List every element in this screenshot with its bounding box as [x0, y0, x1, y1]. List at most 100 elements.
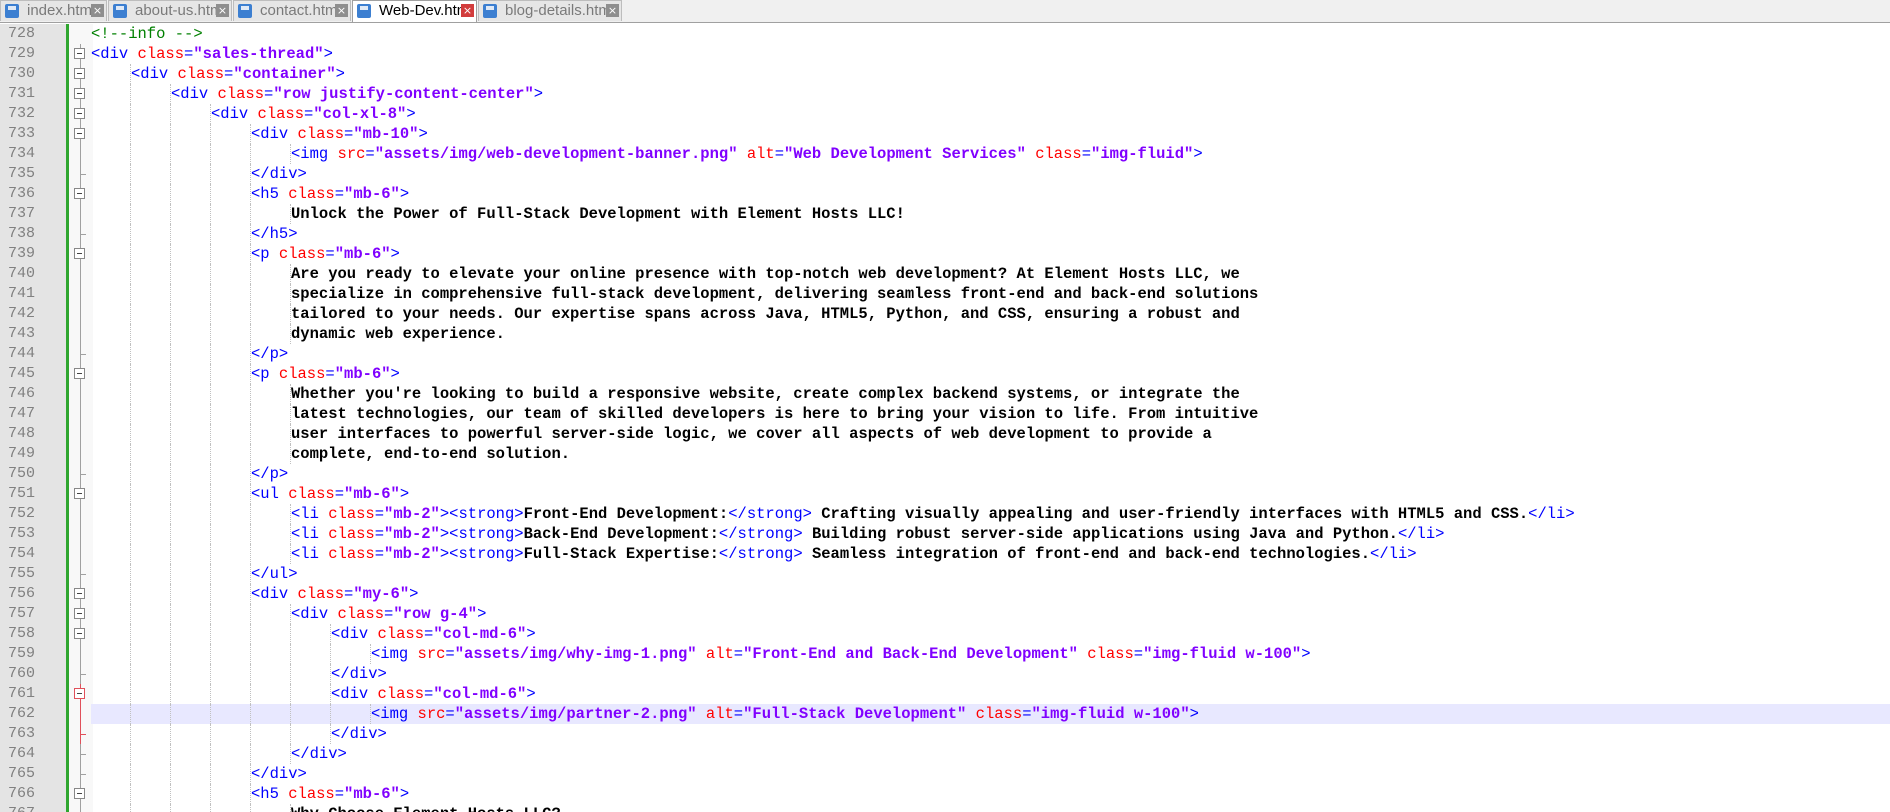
code-text[interactable]: </div>	[91, 724, 1890, 744]
code-line[interactable]: 745 <p class="mb-6">	[0, 364, 1890, 384]
code-line[interactable]: 737 Unlock the Power of Full-Stack Develo…	[0, 204, 1890, 224]
code-line[interactable]: 744 </p>	[0, 344, 1890, 364]
fold-toggle-icon[interactable]	[74, 368, 85, 379]
code-text[interactable]: Are you ready to elevate your online pre…	[91, 264, 1890, 284]
code-line[interactable]: 733 <div class="mb-10">	[0, 124, 1890, 144]
code-text[interactable]: <h5 class="mb-6">	[91, 784, 1890, 804]
fold-margin[interactable]	[69, 364, 93, 384]
fold-margin[interactable]	[69, 684, 93, 704]
code-text[interactable]: <div class="col-xl-8">	[91, 104, 1890, 124]
code-line[interactable]: 752 <li class="mb-2"><strong>Front-End De…	[0, 504, 1890, 524]
code-text[interactable]: <div class="my-6">	[91, 584, 1890, 604]
code-line[interactable]: 730 <div class="container">	[0, 64, 1890, 84]
fold-toggle-icon[interactable]	[74, 688, 85, 699]
code-line[interactable]: 734 <img src="assets/img/web-development-…	[0, 144, 1890, 164]
fold-margin[interactable]	[69, 184, 93, 204]
code-text[interactable]: <div class="col-md-6">	[91, 684, 1890, 704]
code-text[interactable]: <p class="mb-6">	[91, 364, 1890, 384]
close-icon[interactable]: ×	[216, 4, 229, 17]
code-line[interactable]: 739 <p class="mb-6">	[0, 244, 1890, 264]
code-line[interactable]: 728 <!--info -->	[0, 24, 1890, 44]
code-text[interactable]: <li class="mb-2"><strong>Back-End Develo…	[91, 524, 1890, 544]
code-line[interactable]: 757 <div class="row g-4">	[0, 604, 1890, 624]
close-icon[interactable]: ×	[461, 4, 474, 17]
code-text[interactable]: <img src="assets/img/partner-2.png" alt=…	[91, 704, 1890, 724]
close-icon[interactable]: ×	[335, 4, 348, 17]
code-text[interactable]: <img src="assets/img/web-development-ban…	[91, 144, 1890, 164]
code-line[interactable]: 742 tailored to your needs. Our expertise…	[0, 304, 1890, 324]
code-text[interactable]: <div class="mb-10">	[91, 124, 1890, 144]
fold-margin[interactable]	[69, 104, 93, 124]
code-text[interactable]: Why Choose Element Hosts LLC?	[91, 804, 1890, 812]
fold-margin[interactable]	[69, 484, 93, 504]
code-text[interactable]: <p class="mb-6">	[91, 244, 1890, 264]
fold-toggle-icon[interactable]	[74, 108, 85, 119]
tab-blog-details[interactable]: blog-details.html ×	[478, 0, 622, 21]
code-text[interactable]: <div class="container">	[91, 64, 1890, 84]
code-line[interactable]: 736 <h5 class="mb-6">	[0, 184, 1890, 204]
code-text[interactable]: <div class="row g-4">	[91, 604, 1890, 624]
code-text[interactable]: Whether you're looking to build a respon…	[91, 384, 1890, 404]
tab-about-us[interactable]: about-us.html ×	[108, 0, 232, 21]
code-line[interactable]: 756 <div class="my-6">	[0, 584, 1890, 604]
code-line[interactable]: 731 <div class="row justify-content-cente…	[0, 84, 1890, 104]
tab-index[interactable]: index.html ×	[0, 0, 107, 21]
code-text[interactable]: </p>	[91, 344, 1890, 364]
code-text[interactable]: </div>	[91, 744, 1890, 764]
code-text[interactable]: dynamic web experience.	[91, 324, 1890, 344]
code-text[interactable]: <ul class="mb-6">	[91, 484, 1890, 504]
fold-toggle-icon[interactable]	[74, 128, 85, 139]
code-text[interactable]: specialize in comprehensive full-stack d…	[91, 284, 1890, 304]
code-line[interactable]: 749 complete, end-to-end solution.	[0, 444, 1890, 464]
code-line[interactable]: 738 </h5>	[0, 224, 1890, 244]
code-line[interactable]: 760 </div>	[0, 664, 1890, 684]
code-line[interactable]: 755 </ul>	[0, 564, 1890, 584]
code-line[interactable]: 746 Whether you're looking to build a res…	[0, 384, 1890, 404]
code-text[interactable]: </div>	[91, 164, 1890, 184]
code-line[interactable]: 747 latest technologies, our team of skil…	[0, 404, 1890, 424]
code-line[interactable]: 767 Why Choose Element Hosts LLC?	[0, 804, 1890, 812]
code-text[interactable]: Unlock the Power of Full-Stack Developme…	[91, 204, 1890, 224]
code-text[interactable]: complete, end-to-end solution.	[91, 444, 1890, 464]
code-text[interactable]: </p>	[91, 464, 1890, 484]
code-text[interactable]: user interfaces to powerful server-side …	[91, 424, 1890, 444]
code-line[interactable]: 754 <li class="mb-2"><strong>Full-Stack E…	[0, 544, 1890, 564]
fold-margin[interactable]	[69, 124, 93, 144]
code-text[interactable]: </ul>	[91, 564, 1890, 584]
code-line[interactable]: 763 </div>	[0, 724, 1890, 744]
code-line[interactable]: 759 <img src="assets/img/why-img-1.png" a…	[0, 644, 1890, 664]
fold-toggle-icon[interactable]	[74, 628, 85, 639]
code-line[interactable]: 741 specialize in comprehensive full-stac…	[0, 284, 1890, 304]
code-line[interactable]: 761 <div class="col-md-6">	[0, 684, 1890, 704]
code-line[interactable]: 748 user interfaces to powerful server-si…	[0, 424, 1890, 444]
code-text[interactable]: <div class="sales-thread">	[91, 44, 1890, 64]
fold-margin[interactable]	[69, 44, 93, 64]
code-line[interactable]: 732 <div class="col-xl-8">	[0, 104, 1890, 124]
code-text[interactable]: <h5 class="mb-6">	[91, 184, 1890, 204]
code-text[interactable]: <div class="col-md-6">	[91, 624, 1890, 644]
fold-margin[interactable]	[69, 244, 93, 264]
tab-contact[interactable]: contact.html ×	[233, 0, 351, 21]
fold-margin[interactable]	[69, 624, 93, 644]
code-line[interactable]: 735 </div>	[0, 164, 1890, 184]
fold-margin[interactable]	[69, 64, 93, 84]
code-line[interactable]: 753 <li class="mb-2"><strong>Back-End Dev…	[0, 524, 1890, 544]
code-line[interactable]: 766 <h5 class="mb-6">	[0, 784, 1890, 804]
code-text[interactable]: </div>	[91, 664, 1890, 684]
code-text[interactable]: <li class="mb-2"><strong>Front-End Devel…	[91, 504, 1890, 524]
fold-margin[interactable]	[69, 784, 93, 804]
code-text[interactable]: tailored to your needs. Our expertise sp…	[91, 304, 1890, 324]
code-line[interactable]: 765 </div>	[0, 764, 1890, 784]
code-text[interactable]: <img src="assets/img/why-img-1.png" alt=…	[91, 644, 1890, 664]
fold-margin[interactable]	[69, 584, 93, 604]
code-line[interactable]: 740 Are you ready to elevate your online …	[0, 264, 1890, 284]
code-line[interactable]: 743 dynamic web experience.	[0, 324, 1890, 344]
fold-margin[interactable]	[69, 604, 93, 624]
code-text[interactable]: </div>	[91, 764, 1890, 784]
code-line[interactable]: 729 <div class="sales-thread">	[0, 44, 1890, 64]
code-line[interactable]: 762 <img src="assets/img/partner-2.png" a…	[0, 704, 1890, 724]
close-icon[interactable]: ×	[91, 4, 104, 17]
code-editor[interactable]: 728 <!--info --> 729 <div class="sales-thre…	[0, 23, 1890, 812]
fold-toggle-icon[interactable]	[74, 248, 85, 259]
code-line[interactable]: 750 </p>	[0, 464, 1890, 484]
